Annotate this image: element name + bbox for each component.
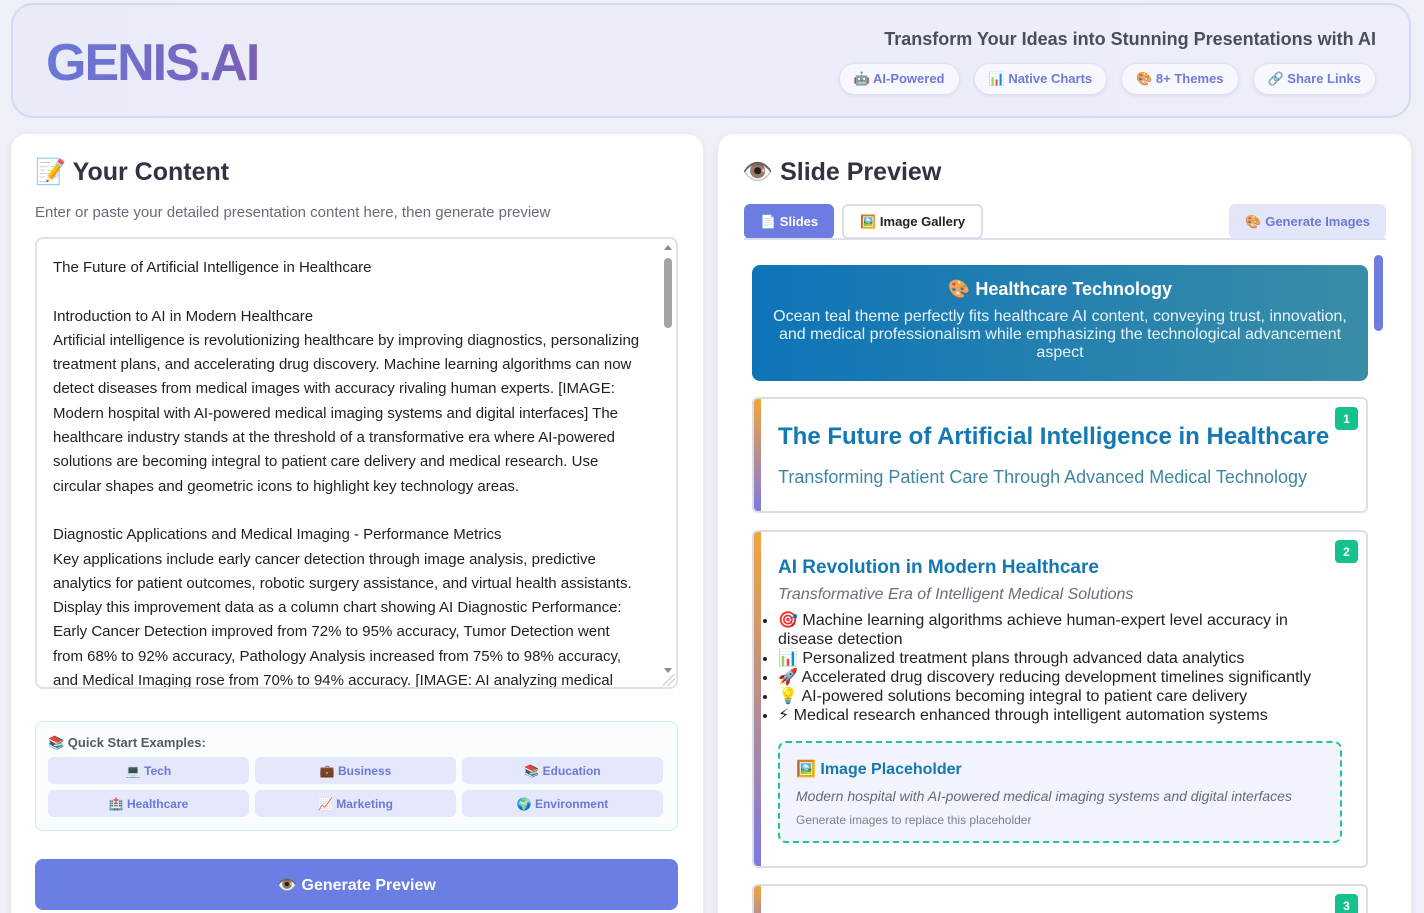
slide-card-2[interactable]: 2 AI Revolution in Modern Healthcare Tra…: [752, 530, 1368, 868]
slides-scrollbar[interactable]: [1374, 255, 1383, 913]
generate-images-button[interactable]: 🎨 Generate Images: [1229, 204, 1386, 239]
preview-tabs: 📄 Slides 🖼️ Image Gallery: [744, 204, 984, 239]
slide-number-badge: 3: [1335, 894, 1358, 913]
app-tagline: Transform Your Ideas into Stunning Prese…: [884, 29, 1376, 49]
slide-accent-bar: [754, 399, 761, 511]
slide-title: The Future of Artificial Intelligence in…: [778, 423, 1330, 450]
resize-handle-icon[interactable]: [663, 674, 675, 686]
slide-bullet-list: 🎯 Machine learning algorithms achieve hu…: [778, 612, 1338, 726]
slides-scroll-thumb[interactable]: [1374, 255, 1383, 331]
content-textarea-text[interactable]: The Future of Artificial Intelligence in…: [37, 239, 676, 687]
placeholder-hint: Generate images to replace this placehol…: [796, 813, 1032, 827]
slide-title: AI Revolution in Modern Healthcare: [778, 557, 1099, 578]
image-placeholder: 🖼️ Image Placeholder Modern hospital wit…: [778, 741, 1342, 843]
example-education-button[interactable]: 📚 Education: [462, 757, 663, 784]
badge-native-charts: 📊 Native Charts: [973, 63, 1108, 95]
textarea-scroll-thumb[interactable]: [664, 258, 672, 328]
slide-subtitle: Transformative Era of Intelligent Medica…: [778, 586, 1134, 603]
placeholder-title: 🖼️ Image Placeholder: [796, 761, 962, 778]
examples-title: 📚 Quick Start Examples:: [48, 735, 206, 750]
slides-list[interactable]: 🎨 Healthcare Technology Ocean teal theme…: [752, 265, 1382, 913]
slide-number-badge: 2: [1335, 540, 1358, 563]
slide-card-3[interactable]: 3: [752, 884, 1368, 913]
textarea-scrollbar[interactable]: [662, 241, 674, 685]
scroll-down-arrow-icon[interactable]: [664, 668, 672, 673]
theme-description: Ocean teal theme perfectly fits healthca…: [773, 308, 1347, 361]
content-panel-title: 📝 Your Content: [35, 158, 230, 186]
example-business-button[interactable]: 💼 Business: [255, 757, 456, 784]
example-tech-button[interactable]: 💻 Tech: [48, 757, 249, 784]
content-textarea[interactable]: The Future of Artificial Intelligence in…: [35, 237, 678, 689]
slide-number-badge: 1: [1335, 407, 1358, 430]
example-marketing-button[interactable]: 📈 Marketing: [255, 790, 456, 817]
badge-ai-powered: 🤖 AI-Powered: [838, 63, 960, 95]
theme-card: 🎨 Healthcare Technology Ocean teal theme…: [752, 265, 1368, 381]
list-item: ⚡ Medical research enhanced through inte…: [778, 707, 1338, 726]
tab-slides[interactable]: 📄 Slides: [744, 204, 835, 239]
preview-panel-title: 👁️ Slide Preview: [742, 158, 942, 186]
list-item: 💡 AI-powered solutions becoming integral…: [778, 688, 1338, 707]
theme-title: 🎨 Healthcare Technology: [947, 279, 1173, 299]
tabs-divider: [744, 238, 1386, 240]
scroll-up-arrow-icon[interactable]: [664, 245, 672, 250]
slide-card-1[interactable]: 1 The Future of Artificial Intelligence …: [752, 397, 1368, 513]
list-item: 🚀 Accelerated drug discovery reducing de…: [778, 669, 1338, 688]
slide-accent-bar: [754, 886, 761, 913]
examples-grid: 💻 Tech 💼 Business 📚 Education 🏥 Healthca…: [48, 757, 665, 817]
app-header: GENIS.AI Transform Your Ideas into Stunn…: [11, 3, 1411, 118]
app-logo: GENIS.AI: [46, 34, 260, 92]
preview-panel: 👁️ Slide Preview 📄 Slides 🖼️ Image Galle…: [718, 134, 1411, 913]
slide-accent-bar: [754, 532, 761, 866]
content-panel: 📝 Your Content Enter or paste your detai…: [11, 134, 703, 913]
placeholder-description: Modern hospital with AI-powered medical …: [796, 788, 1292, 804]
content-panel-subtitle: Enter or paste your detailed presentatio…: [35, 204, 551, 221]
list-item: 📊 Personalized treatment plans through a…: [778, 650, 1338, 669]
example-healthcare-button[interactable]: 🏥 Healthcare: [48, 790, 249, 817]
example-environment-button[interactable]: 🌍 Environment: [462, 790, 663, 817]
badge-themes: 🎨 8+ Themes: [1121, 63, 1239, 95]
list-item: 🎯 Machine learning algorithms achieve hu…: [778, 612, 1338, 649]
badge-share-links: 🔗 Share Links: [1252, 63, 1376, 95]
tab-image-gallery[interactable]: 🖼️ Image Gallery: [842, 204, 984, 239]
quick-start-examples: 📚 Quick Start Examples: 💻 Tech 💼 Busines…: [35, 721, 678, 831]
generate-preview-button[interactable]: 👁️ Generate Preview: [35, 859, 678, 910]
feature-badges: 🤖 AI-Powered 📊 Native Charts 🎨 8+ Themes…: [838, 63, 1376, 95]
slide-subtitle: Transforming Patient Care Through Advanc…: [778, 467, 1307, 487]
